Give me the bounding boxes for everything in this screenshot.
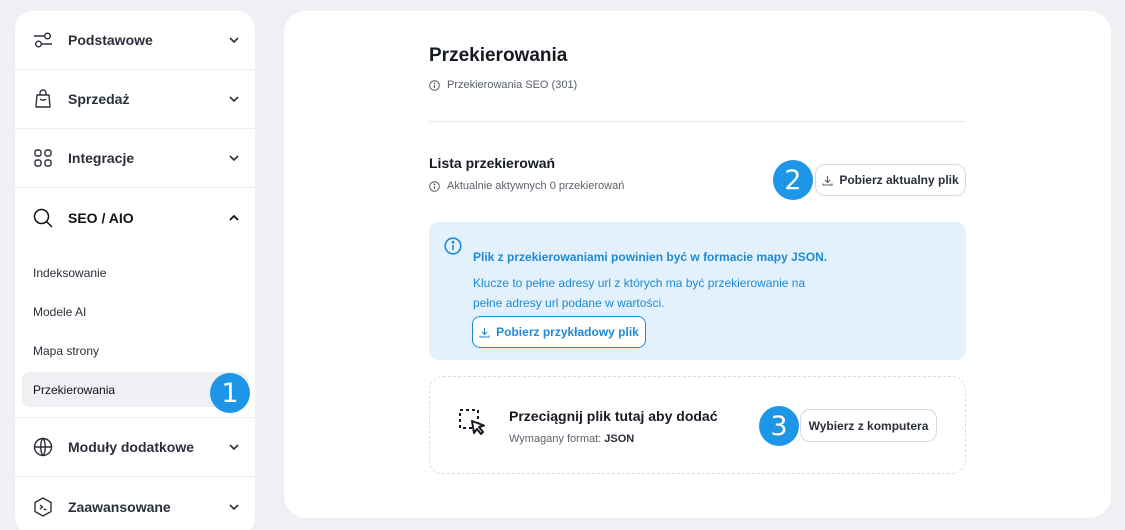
chevron-up-icon — [229, 213, 239, 223]
info-icon — [429, 180, 440, 192]
sliders-icon — [33, 30, 53, 50]
page-subtitle: Przekierowania SEO (301) — [429, 79, 577, 91]
sidebar: Podstawowe Sprzedaż Integracje SEO / AIO… — [15, 11, 255, 530]
download-sample-file-button[interactable]: Pobierz przykładowy plik — [472, 316, 646, 348]
file-drop-zone[interactable]: Przeciągnij plik tutaj aby dodać Wymagan… — [429, 376, 966, 474]
sidebar-item-sprzedaz[interactable]: Sprzedaż — [15, 70, 255, 129]
choose-from-computer-button[interactable]: Wybierz z komputera — [800, 409, 937, 442]
drop-zone-format-value: JSON — [604, 433, 635, 445]
sidebar-item-integracje[interactable]: Integracje — [15, 129, 255, 188]
drop-zone-format: Wymagany format: JSON — [509, 433, 634, 445]
chevron-down-icon — [229, 35, 239, 45]
drag-drop-icon — [458, 407, 488, 439]
info-headline: Plik z przekierowaniami powinien być w f… — [473, 250, 828, 264]
section-title: Lista przekierowań — [429, 155, 556, 171]
download-current-file-button[interactable]: Pobierz aktualny plik — [815, 164, 966, 196]
main-panel: Przekierowania Przekierowania SEO (301) … — [284, 11, 1111, 518]
chevron-down-icon — [229, 153, 239, 163]
section-subtitle-text: Aktualnie aktywnych 0 przekierowań — [447, 180, 625, 192]
info-circle-icon — [444, 237, 462, 255]
sidebar-item-label: Podstawowe — [68, 32, 153, 48]
sidebar-item-label: Integracje — [68, 150, 135, 166]
page-title: Przekierowania — [429, 45, 568, 66]
download-current-file-label: Pobierz aktualny plik — [839, 173, 959, 187]
chevron-down-icon — [229, 94, 239, 104]
callout-badge-1: 1 — [210, 373, 250, 413]
sidebar-item-label: Sprzedaż — [68, 91, 130, 107]
sidebar-item-label: Zaawansowane — [68, 498, 171, 515]
chevron-down-icon — [229, 442, 239, 452]
info-box: Plik z przekierowaniami powinien być w f… — [429, 222, 966, 360]
divider — [429, 121, 966, 122]
sidebar-item-zaawansowane[interactable]: Zaawansowane — [15, 477, 255, 530]
page-subtitle-text: Przekierowania SEO (301) — [447, 79, 578, 91]
bag-icon — [33, 89, 53, 109]
sidebar-item-moduly-dodatkowe[interactable]: Moduły dodatkowe — [15, 418, 255, 477]
chevron-down-icon — [229, 502, 239, 512]
sidebar-item-label: SEO / AIO — [68, 209, 134, 226]
search-icon — [33, 208, 53, 228]
section-subtitle: Aktualnie aktywnych 0 przekierowań — [429, 180, 624, 192]
drop-zone-format-label: Wymagany format: — [509, 433, 602, 445]
download-sample-label: Pobierz przykładowy plik — [496, 325, 639, 339]
sidebar-subitem-mapa-strony[interactable]: Mapa strony — [22, 333, 248, 368]
download-icon — [479, 327, 490, 338]
grid-icon — [33, 148, 53, 168]
sidebar-subitem-modele-ai[interactable]: Modele AI — [22, 294, 248, 329]
globe-icon — [33, 437, 53, 457]
sidebar-item-seo-aio[interactable]: SEO / AIO — [15, 188, 255, 247]
sidebar-subitem-indeksowanie[interactable]: Indeksowanie — [22, 255, 248, 290]
sidebar-item-label: Moduły dodatkowe — [68, 439, 194, 455]
callout-badge-2: 2 — [773, 160, 813, 200]
download-icon — [822, 175, 833, 186]
callout-badge-3: 3 — [759, 406, 799, 446]
info-icon — [429, 79, 440, 91]
code-hex-icon — [33, 496, 53, 517]
drop-zone-title: Przeciągnij plik tutaj aby dodać — [509, 408, 718, 424]
info-text-line: Klucze to pełne adresy url z których ma … — [473, 276, 806, 290]
sidebar-item-podstawowe[interactable]: Podstawowe — [15, 11, 255, 70]
info-text-line: pełne adresy url podane w wartości. — [473, 296, 665, 310]
